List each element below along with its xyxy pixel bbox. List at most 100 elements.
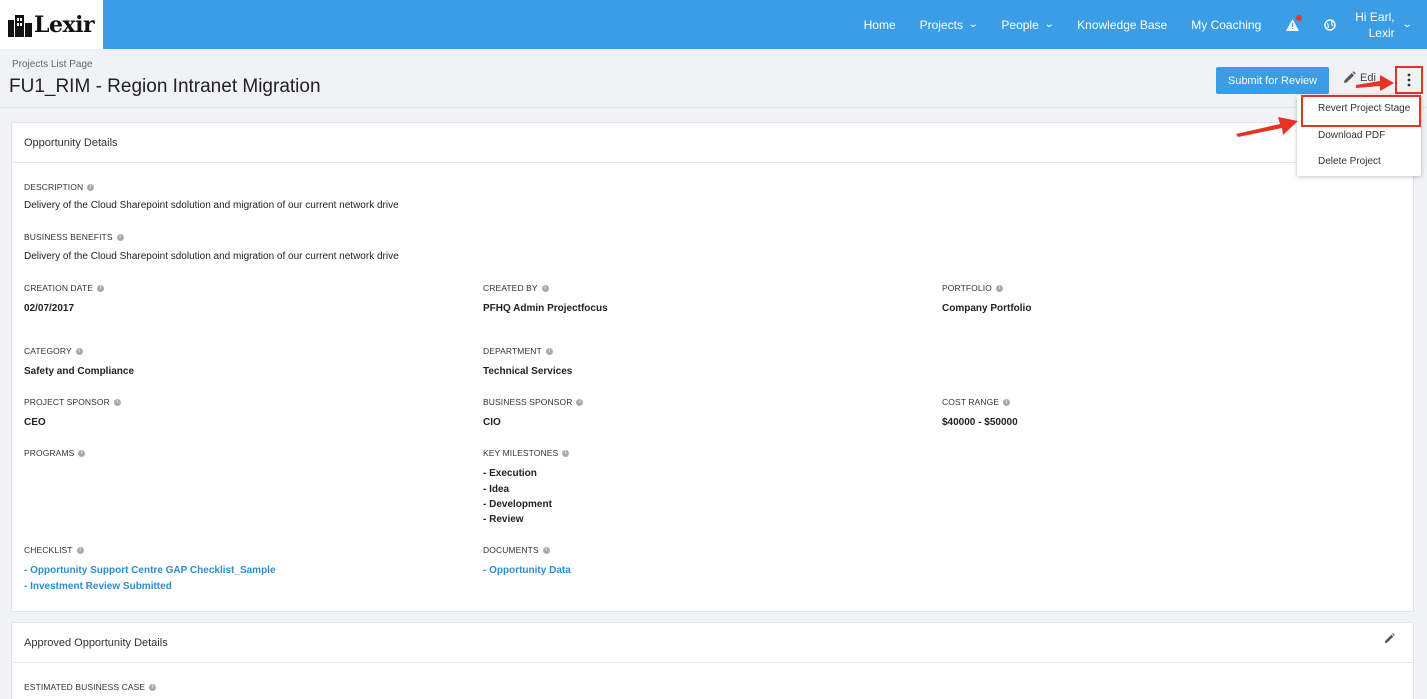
info-icon[interactable]: i bbox=[116, 233, 124, 241]
chevron-down-icon: ⌄ bbox=[1043, 19, 1055, 30]
estimated-business-case-label: ESTIMATED BUSINESS CASE bbox=[24, 682, 146, 692]
field-label: KEY MILESTONES i bbox=[483, 448, 570, 458]
pencil-icon bbox=[1344, 71, 1356, 83]
logo[interactable]: Lexir bbox=[0, 0, 103, 49]
user-menu[interactable]: Hi Earl, Lexir ⌄ bbox=[1355, 9, 1413, 41]
opportunity-details-card: Opportunity Details DESCRIPTION i Deliver… bbox=[11, 122, 1414, 612]
info-icon[interactable]: i bbox=[542, 546, 550, 554]
category-value: Safety and Compliance bbox=[24, 366, 135, 377]
benefits-value: Delivery of the Cloud Sharepoint sdoluti… bbox=[24, 251, 399, 262]
nav-my-coaching-label: My Coaching bbox=[1191, 17, 1262, 32]
field-label: DEPARTMENT i bbox=[483, 346, 553, 356]
checklist-link[interactable]: - Investment Review Submitted bbox=[24, 581, 172, 592]
alert-icon[interactable] bbox=[1285, 14, 1303, 32]
nav-my-coaching[interactable]: My Coaching bbox=[1191, 18, 1261, 32]
field-label: DOCUMENTS i bbox=[483, 545, 550, 555]
info-icon[interactable]: i bbox=[75, 347, 83, 355]
programs-label: PROGRAMS bbox=[24, 448, 75, 458]
field-label: BUSINESS SPONSOR i bbox=[483, 397, 584, 407]
pencil-icon[interactable] bbox=[1384, 631, 1395, 649]
category-label: CATEGORY bbox=[24, 346, 72, 356]
field-label: PROGRAMS i bbox=[24, 448, 86, 458]
field-label: ESTIMATED BUSINESS CASE i bbox=[24, 682, 157, 692]
edit-button[interactable]: Edi bbox=[1343, 71, 1376, 84]
checklist-link[interactable]: - Opportunity Support Centre GAP Checkli… bbox=[24, 565, 276, 576]
top-navbar: Lexir Home Projects ⌄ People ⌄ Knowledge B… bbox=[0, 0, 1427, 49]
portfolio-label: PORTFOLIO bbox=[942, 283, 992, 293]
info-icon[interactable]: i bbox=[97, 284, 104, 292]
field-label: BUSINESS BENEFITS i bbox=[24, 232, 124, 242]
building-logo-icon bbox=[7, 12, 33, 38]
documents-label: DOCUMENTS bbox=[483, 545, 539, 555]
created-by-label: CREATED BY bbox=[483, 283, 538, 293]
card-heading: Opportunity Details bbox=[12, 123, 1413, 163]
milestone-item: - Development bbox=[483, 499, 552, 510]
milestone-item: - Review bbox=[483, 514, 524, 525]
logo-text: Lexir bbox=[34, 11, 95, 38]
info-icon[interactable]: i bbox=[76, 546, 84, 554]
chevron-down-icon: ⌄ bbox=[1401, 18, 1413, 30]
checklist-label: CHECKLIST bbox=[24, 545, 73, 555]
notification-dot bbox=[1296, 14, 1303, 21]
nav-people-label: People bbox=[1001, 17, 1039, 32]
business-sponsor-label: BUSINESS SPONSOR bbox=[483, 397, 573, 407]
field-label: PORTFOLIO i bbox=[942, 283, 1003, 293]
user-greeting: Hi Earl, bbox=[1355, 9, 1395, 24]
info-icon[interactable]: i bbox=[545, 347, 553, 355]
field-label: CHECKLIST i bbox=[24, 545, 84, 555]
user-org: Lexir bbox=[1368, 25, 1395, 40]
menu-item-download-pdf[interactable]: Download PDF bbox=[1297, 130, 1421, 141]
nav-home-label: Home bbox=[863, 17, 896, 32]
header-divider bbox=[0, 107, 1427, 108]
submit-for-review-button[interactable]: Submit for Review bbox=[1216, 67, 1329, 94]
info-icon[interactable]: i bbox=[995, 284, 1003, 292]
info-icon[interactable]: i bbox=[1003, 398, 1011, 406]
globe-icon[interactable] bbox=[1323, 18, 1337, 32]
portfolio-value: Company Portfolio bbox=[942, 303, 1032, 314]
chevron-down-icon: ⌄ bbox=[967, 19, 979, 30]
field-label: CATEGORY i bbox=[24, 346, 83, 356]
field-label: COST RANGE i bbox=[942, 397, 1011, 407]
created-by-value: PFHQ Admin Projectfocus bbox=[483, 303, 608, 314]
document-link[interactable]: - Opportunity Data bbox=[483, 565, 571, 576]
cost-range-value: $40000 - $50000 bbox=[942, 417, 1018, 428]
nav-people[interactable]: People ⌄ bbox=[1001, 17, 1055, 32]
main-nav: Home Projects ⌄ People ⌄ Knowledge Base My… bbox=[840, 0, 1427, 49]
cost-range-label: COST RANGE bbox=[942, 397, 1000, 407]
breadcrumb[interactable]: Projects List Page bbox=[12, 59, 93, 70]
info-icon[interactable]: i bbox=[541, 284, 549, 292]
field-label: DESCRIPTION i bbox=[24, 182, 95, 192]
field-label: CREATION DATE i bbox=[24, 283, 104, 293]
approved-opportunity-card: Approved Opportunity Details ESTIMATED B… bbox=[11, 622, 1414, 699]
description-value: Delivery of the Cloud Sharepoint sdoluti… bbox=[24, 200, 399, 211]
kebab-icon bbox=[1407, 73, 1411, 87]
creation-date-value: 02/07/2017 bbox=[24, 303, 75, 314]
nav-home[interactable]: Home bbox=[864, 18, 896, 32]
page-title: FU1_RIM - Region Intranet Migration bbox=[9, 76, 321, 97]
nav-projects[interactable]: Projects ⌄ bbox=[919, 17, 979, 32]
nav-projects-label: Projects bbox=[919, 17, 963, 32]
info-icon[interactable]: i bbox=[78, 449, 86, 457]
milestone-item: - Idea bbox=[483, 484, 510, 495]
annotation-highlight-box bbox=[1301, 95, 1421, 127]
card-heading: Approved Opportunity Details bbox=[12, 623, 1413, 663]
more-options-button[interactable] bbox=[1395, 66, 1423, 94]
creation-date-label: CREATION DATE bbox=[24, 283, 93, 293]
milestones-label: KEY MILESTONES bbox=[483, 448, 559, 458]
project-sponsor-value: CEO bbox=[24, 417, 46, 428]
benefits-label: BUSINESS BENEFITS bbox=[24, 232, 113, 242]
info-icon[interactable]: i bbox=[149, 683, 157, 691]
menu-item-delete-project[interactable]: Delete Project bbox=[1297, 156, 1421, 167]
info-icon[interactable]: i bbox=[113, 398, 121, 406]
nav-knowledge-base[interactable]: Knowledge Base bbox=[1077, 18, 1167, 32]
field-label: PROJECT SPONSOR i bbox=[24, 397, 121, 407]
business-sponsor-value: CIO bbox=[483, 417, 501, 428]
info-icon[interactable]: i bbox=[576, 398, 584, 406]
project-sponsor-label: PROJECT SPONSOR bbox=[24, 397, 110, 407]
info-icon[interactable]: i bbox=[87, 183, 95, 191]
description-label: DESCRIPTION bbox=[24, 182, 84, 192]
field-label: CREATED BY i bbox=[483, 283, 549, 293]
department-label: DEPARTMENT bbox=[483, 346, 542, 356]
info-icon[interactable]: i bbox=[562, 449, 570, 457]
department-value: Technical Services bbox=[483, 366, 573, 377]
